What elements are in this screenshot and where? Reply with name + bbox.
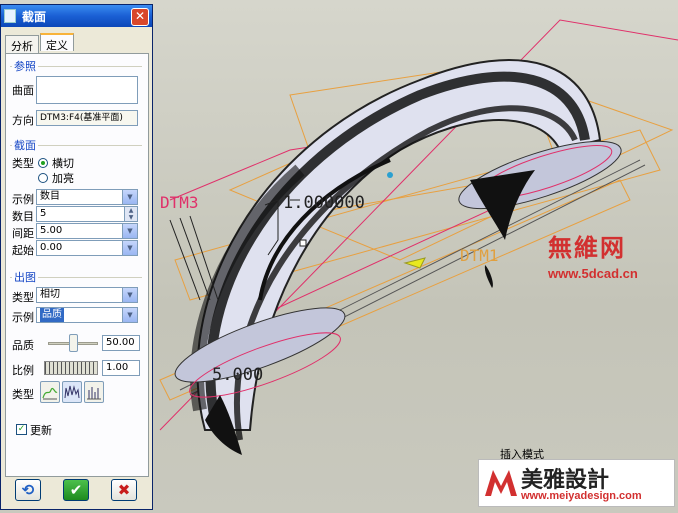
scale-input[interactable]: 1.00	[102, 360, 140, 376]
start-select[interactable]: 0.00 ▼	[36, 240, 138, 256]
brand-watermark-url: www.5dcad.cn	[548, 266, 638, 281]
chevron-down-icon: ▼	[122, 241, 137, 255]
spacing-select[interactable]: 5.00 ▼	[36, 223, 138, 239]
chevron-down-icon: ▼	[122, 224, 137, 238]
output-group-title: 出图	[12, 269, 38, 285]
radio-highlight-label: 加亮	[52, 172, 74, 185]
dialog-tabs: 分析 定义	[5, 33, 75, 53]
section-dialog: 截面 ✕ 分析 定义 参照 曲面 方向 DTM3:F4(基准平面) 截面 类型 …	[0, 4, 153, 510]
refresh-icon: ⟲	[21, 481, 35, 499]
section-type-label: 类型	[12, 157, 34, 170]
radio-cross-cut[interactable]	[38, 158, 48, 168]
dialog-titlebar[interactable]: 截面 ✕	[1, 5, 152, 27]
output-type-select[interactable]: 相切 ▼	[36, 287, 138, 303]
quality-slider[interactable]	[48, 334, 98, 352]
ok-button[interactable]: ✔	[63, 479, 89, 501]
output-instance-label: 示例	[12, 311, 34, 324]
spacing-value: 5.00	[40, 225, 63, 236]
curvature-plot-icon	[42, 387, 58, 400]
chevron-down-icon: ▼	[122, 190, 137, 204]
dialog-app-icon	[4, 9, 16, 23]
datum-label-dtm1[interactable]: DTM1	[460, 246, 499, 265]
quality-input[interactable]: 50.00	[102, 335, 140, 351]
output-instance-select[interactable]: 品质 ▼	[36, 307, 138, 323]
start-label: 起始	[12, 244, 34, 257]
surface-label: 曲面	[12, 84, 34, 97]
chevron-down-icon: ▼	[122, 308, 137, 322]
tab-definition[interactable]: 定义	[40, 33, 74, 52]
close-button[interactable]: ✕	[131, 8, 149, 26]
meiya-watermark: 美雅設計 www.meiyadesign.com	[478, 459, 675, 507]
scale-label: 比例	[12, 364, 34, 377]
curvature-comb-icon	[64, 385, 80, 399]
close-icon: ✖	[117, 481, 131, 499]
count-label: 数目	[12, 210, 34, 223]
count-value: 5	[40, 208, 47, 219]
reference-group-title: 参照	[12, 58, 38, 74]
curve-type-button-2[interactable]	[62, 381, 82, 403]
direction-field[interactable]: DTM3:F4(基准平面)	[36, 110, 138, 126]
section-group-title: 截面	[12, 137, 38, 153]
section-instance-label: 示例	[12, 193, 34, 206]
dimension-bottom[interactable]: 5.000	[212, 365, 263, 385]
count-spinner[interactable]: 5 ▲ ▼	[36, 206, 138, 222]
direction-label: 方向	[12, 114, 34, 127]
spacing-label: 间距	[12, 227, 34, 240]
kind-label: 类型	[12, 388, 34, 401]
chevron-down-icon: ▼	[122, 288, 137, 302]
datum-label-dtm3[interactable]: DTM3	[160, 193, 199, 212]
bar-plot-icon	[87, 387, 101, 400]
section-instance-value: 数目	[40, 191, 60, 202]
quality-slider-thumb[interactable]	[68, 334, 78, 352]
dimension-top[interactable]: 1.000000	[283, 193, 365, 213]
update-checkbox[interactable]: ✓	[16, 424, 27, 435]
update-label: 更新	[30, 424, 52, 437]
spinner-arrows-icon[interactable]: ▲ ▼	[124, 207, 137, 221]
output-type-label: 类型	[12, 291, 34, 304]
radio-highlight[interactable]	[38, 173, 48, 183]
dialog-title: 截面	[22, 9, 47, 24]
output-instance-value: 品质	[40, 308, 64, 322]
brand-watermark-cn: 無維网	[548, 233, 626, 262]
cancel-button[interactable]: ✖	[111, 479, 137, 501]
refresh-button[interactable]: ⟲	[15, 479, 41, 501]
output-type-value: 相切	[40, 289, 60, 300]
quality-label: 品质	[12, 339, 34, 352]
start-value: 0.00	[40, 242, 63, 253]
meiya-watermark-url: www.meiyadesign.com	[521, 490, 642, 502]
checkmark-icon: ✔	[69, 481, 83, 499]
meiya-logo-icon	[485, 470, 517, 496]
scale-ruler[interactable]	[44, 361, 98, 375]
surface-collector[interactable]	[36, 76, 138, 104]
definition-panel: 参照 曲面 方向 DTM3:F4(基准平面) 截面 类型 横切 加亮 示例 数目…	[5, 53, 149, 477]
curve-type-button-3[interactable]	[84, 381, 104, 403]
curve-type-button-1[interactable]	[40, 381, 60, 403]
section-instance-select[interactable]: 数目 ▼	[36, 189, 138, 205]
tab-analysis[interactable]: 分析	[5, 35, 39, 53]
radio-cross-cut-label: 横切	[52, 157, 74, 170]
